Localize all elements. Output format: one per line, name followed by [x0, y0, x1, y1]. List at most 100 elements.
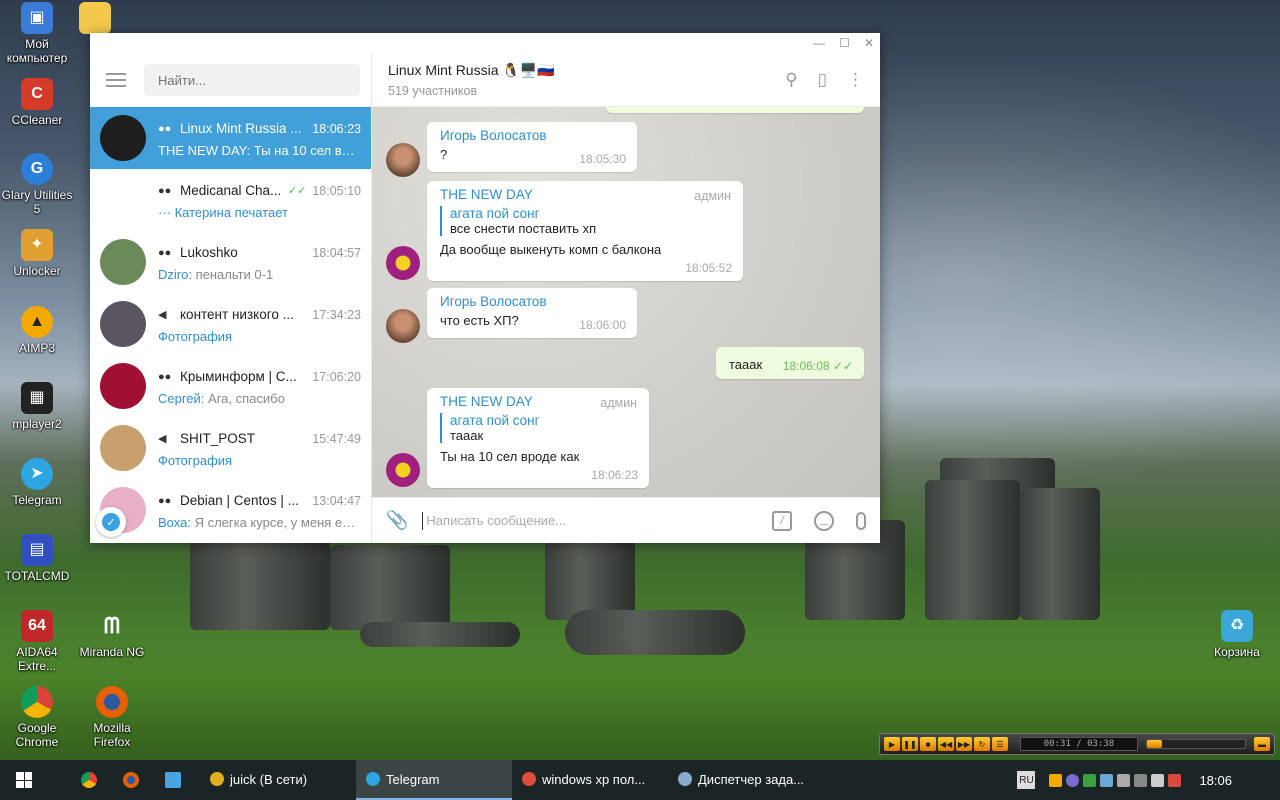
emoji-icon[interactable]: ‿	[814, 510, 834, 531]
tray-app-icon[interactable]	[1066, 773, 1080, 787]
desktop-icon-telegram[interactable]: ➤ Telegram	[1, 458, 73, 507]
language-indicator[interactable]: RU	[1017, 771, 1036, 789]
chat-name: Debian | Centos | ...	[180, 493, 299, 508]
desktop-icon-ccleaner[interactable]: C CCleaner	[1, 78, 73, 127]
reply-quote[interactable]: агата пой сонг все снести поставить хп	[440, 206, 731, 236]
sender-avatar[interactable]	[386, 309, 420, 343]
search-icon[interactable]: ⚲	[785, 70, 797, 90]
preview-sender: ··· Катерина печатает	[158, 204, 289, 220]
message-time: 18:05:52	[685, 261, 732, 275]
pinned-chrome[interactable]	[68, 760, 110, 800]
tray-volume-icon[interactable]	[1151, 773, 1165, 787]
bot-command-icon[interactable]: /	[772, 510, 792, 531]
desktop-icon-mplayer2[interactable]: ▦ mplayer2	[1, 382, 73, 431]
taskbar-task[interactable]: windows xp пол...	[512, 760, 668, 800]
pinned-firefox[interactable]	[110, 760, 152, 800]
pause-icon[interactable]: ❚❚	[902, 737, 918, 751]
desktop-icon-my-computer[interactable]: ▣ Мой компьютер	[1, 2, 73, 65]
recycle-bin-icon: ♻	[1221, 610, 1253, 642]
more-icon[interactable]: ⋮	[847, 70, 864, 90]
start-button[interactable]	[0, 760, 48, 800]
taskbar-task[interactable]: Диспетчер зада...	[668, 760, 824, 800]
message-incoming[interactable]: Игорь Волосатов что есть ХП? 18:06:00	[427, 288, 637, 338]
tray-app-icon[interactable]	[1117, 773, 1131, 787]
message-outgoing[interactable]: тааак 18:06:08 ✓✓	[716, 347, 864, 379]
next-icon[interactable]: ▶▶	[956, 737, 972, 751]
desktop-icon-glary[interactable]: G Glary Utilities 5	[1, 153, 73, 216]
message-incoming[interactable]: THE NEW DAY админ агата пой сонг все снести…	[427, 181, 743, 281]
reply-quote[interactable]: агата пой сонг тааак	[440, 413, 637, 443]
desktop-icon-aida64[interactable]: 64 AIDA64 Extre...	[1, 610, 73, 673]
tray-aimp-icon[interactable]	[1049, 773, 1063, 787]
prev-icon[interactable]: ◀◀	[938, 737, 954, 751]
proxy-shield-button[interactable]: ✓	[96, 507, 126, 537]
message-sender[interactable]: Игорь Волосатов	[440, 128, 625, 143]
chat-list-item[interactable]: ◀ SHIT_POST 15:47:49 Фотография	[90, 417, 371, 479]
desktop-icon-unlocker[interactable]: ✦ Unlocker	[1, 229, 73, 278]
message-incoming[interactable]: Игорь Волосатов? 18:05:30	[427, 122, 637, 172]
microphone-icon[interactable]	[856, 511, 866, 530]
sidebar-toggle-icon[interactable]: ▯	[818, 70, 827, 90]
play-icon[interactable]: ▶	[884, 737, 900, 751]
chrome-icon	[81, 772, 97, 788]
message-time: 18:05:30	[579, 152, 626, 166]
chat-list-item[interactable]: ●● Lukoshko 18:04:57 Dziro: пенальти 0-1	[90, 231, 371, 293]
chat-list-item[interactable]: ◀ контент низкого ... 17:34:23 Фотография	[90, 293, 371, 355]
chat-list-item[interactable]: ●● Debian | Centos | ... 13:04:47 Воха: Я с…	[90, 479, 371, 541]
search-input[interactable]	[144, 64, 360, 96]
player-menu-icon[interactable]: ▬	[1254, 737, 1270, 751]
chat-title[interactable]: Linux Mint Russia 🐧🖥️🇷🇺	[388, 62, 785, 79]
firefox-icon	[123, 772, 139, 788]
desktop-icon-miranda[interactable]: ᗰ Miranda NG	[76, 610, 148, 660]
desktop-icon-folder[interactable]	[75, 2, 115, 37]
stonehenge-pillar	[190, 540, 330, 630]
tray-network-icon[interactable]	[1100, 773, 1114, 787]
taskbar-task[interactable]: juick (В сети)	[200, 760, 356, 800]
stop-icon[interactable]: ■	[920, 737, 936, 751]
firefox-icon	[96, 686, 128, 718]
desktop-icon-recycle-bin[interactable]: ♻ Корзина	[1201, 610, 1273, 659]
task-label: Telegram	[386, 771, 440, 787]
desktop-icon-totalcmd[interactable]: ▤ TOTALCMD	[1, 534, 73, 583]
attach-icon[interactable]: 📎	[386, 510, 408, 531]
menu-icon[interactable]	[106, 73, 126, 87]
preview-text: THE NEW DAY: Ты на 10 сел вро...	[158, 142, 361, 158]
tray-app-icon[interactable]	[1083, 773, 1097, 787]
desktop-icon-chrome[interactable]: Google Chrome	[1, 686, 73, 749]
message-time: 18:06:08 ✓✓	[782, 359, 853, 373]
taskbar: juick (В сети) Telegram windows xp пол... Д…	[0, 760, 1280, 800]
channel-icon: ◀	[158, 309, 167, 321]
sender-avatar[interactable]	[386, 246, 420, 280]
sender-avatar[interactable]	[386, 143, 420, 177]
maximize-button[interactable]: ☐	[839, 36, 850, 50]
reply-author: агата пой сонг	[450, 206, 540, 221]
close-button[interactable]: ✕	[864, 36, 874, 50]
sender-avatar[interactable]	[386, 453, 420, 487]
message-sender[interactable]: THE NEW DAY	[440, 187, 731, 202]
repeat-icon[interactable]: ↻	[974, 737, 990, 751]
chat-list-item[interactable]: ●● Medicanal Cha... ✓✓ 18:05:10 ··· Катерина…	[90, 169, 371, 231]
clock[interactable]: 18:06	[1199, 773, 1232, 788]
floppy-icon: ▤	[21, 534, 53, 566]
task-app-icon	[366, 772, 380, 786]
playlist-icon[interactable]: ☰	[992, 737, 1008, 751]
desktop-icon-aimp3[interactable]: ▲ AIMP3	[1, 306, 73, 355]
message-area[interactable]: Игорь Волосатов? 18:05:30 THE NEW DAY админ…	[372, 107, 880, 497]
chat-list-item[interactable]: ●● Крыминформ | С... 17:06:20 Сергей: Ага, …	[90, 355, 371, 417]
taskbar-task[interactable]: Telegram	[356, 760, 512, 800]
desktop-icon-firefox[interactable]: Mozilla Firefox	[76, 686, 148, 749]
preview-sender: Воха:	[158, 514, 191, 530]
message-incoming[interactable]: THE NEW DAY админ агата пой сонг тааак Ты на…	[427, 388, 649, 488]
minimize-button[interactable]: —	[813, 36, 825, 50]
chat-list-item[interactable]: ●● Linux Mint Russia ... 18:06:23 THE NEW D…	[90, 107, 371, 169]
read-check-icon: ✓✓	[832, 359, 853, 373]
message-sender[interactable]: Игорь Волосатов	[440, 294, 625, 309]
player-progress[interactable]	[1146, 739, 1246, 749]
aida64-icon: 64	[21, 610, 53, 642]
pinned-app[interactable]	[152, 760, 194, 800]
tray-app-icon[interactable]	[1134, 773, 1148, 787]
clapperboard-icon: ▦	[21, 382, 53, 414]
tray-app-icon[interactable]	[1168, 773, 1182, 787]
chrome-icon	[21, 686, 53, 718]
message-input[interactable]: Написать сообщение...	[422, 511, 772, 530]
